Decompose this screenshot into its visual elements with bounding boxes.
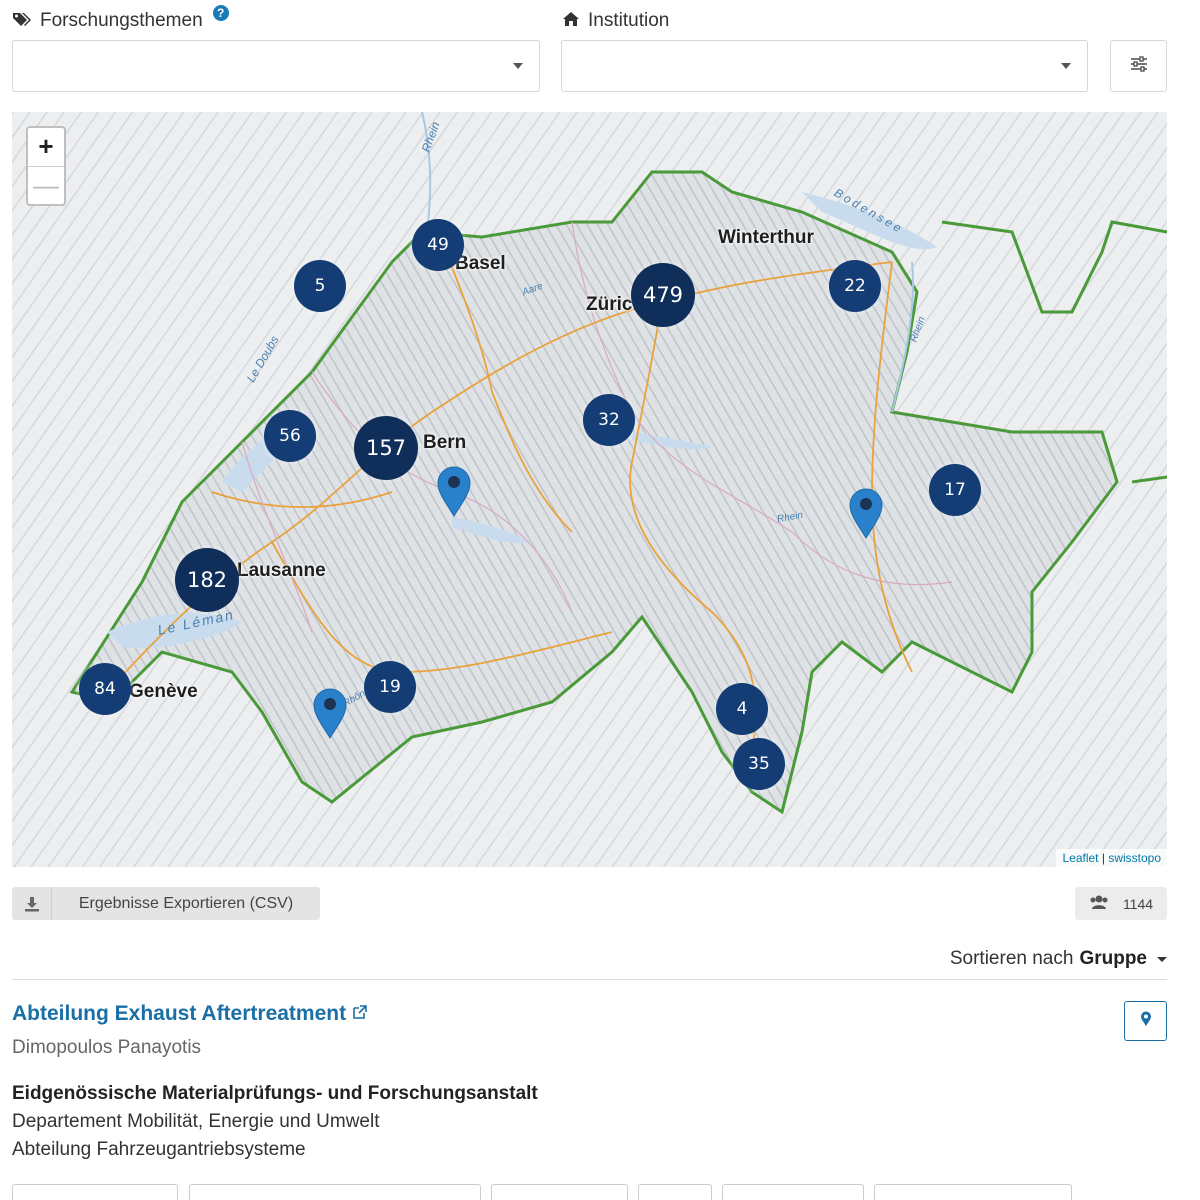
chevron-down-icon bbox=[1061, 63, 1071, 69]
show-on-map-button[interactable] bbox=[1124, 1001, 1167, 1041]
map-cluster-marker[interactable]: 49 bbox=[412, 219, 464, 271]
chevron-down-icon bbox=[513, 63, 523, 69]
map-pin-icon[interactable] bbox=[848, 487, 884, 544]
map-cluster-marker[interactable]: 56 bbox=[264, 410, 316, 462]
map-cluster-marker[interactable]: 22 bbox=[829, 260, 881, 312]
swisstopo-link[interactable]: swisstopo bbox=[1108, 851, 1161, 865]
filter-settings-button[interactable] bbox=[1110, 40, 1167, 92]
institution-filter-label: Institution bbox=[562, 10, 669, 32]
tags-icon bbox=[12, 11, 32, 32]
topic-tag[interactable] bbox=[12, 1184, 178, 1200]
map-cluster-marker[interactable]: 84 bbox=[79, 663, 131, 715]
sort-prefix: Sortieren nach bbox=[949, 948, 1074, 969]
download-icon bbox=[12, 887, 52, 920]
map-attribution: Leaflet | swisstopo bbox=[1056, 849, 1167, 867]
map-cluster-marker[interactable]: 35 bbox=[733, 738, 785, 790]
sort-value: Gruppe bbox=[1079, 948, 1147, 969]
zoom-out-button[interactable]: — bbox=[28, 166, 64, 204]
topic-tag[interactable] bbox=[638, 1184, 712, 1200]
result-department: Departement Mobilität, Energie und Umwel… bbox=[12, 1111, 380, 1132]
topics-filter-label: Forschungsthemen ? bbox=[12, 5, 229, 32]
help-icon[interactable]: ? bbox=[212, 5, 229, 21]
export-csv-label: Ergebnisse Exportieren (CSV) bbox=[78, 894, 294, 912]
topics-label-text: Forschungsthemen bbox=[40, 10, 203, 31]
map-pin-icon[interactable] bbox=[436, 465, 472, 522]
result-institution: Eidgenössische Materialprüfungs- und For… bbox=[12, 1083, 538, 1104]
topic-tag[interactable] bbox=[722, 1184, 864, 1200]
map-city-label: Lausanne bbox=[237, 560, 326, 581]
topics-select[interactable] bbox=[12, 40, 540, 92]
topic-tag[interactable] bbox=[874, 1184, 1072, 1200]
map-cluster-marker[interactable]: 479 bbox=[631, 263, 695, 327]
map-marker-icon bbox=[1140, 1011, 1152, 1032]
result-title-link[interactable]: Abteilung Exhaust Aftertreatment bbox=[12, 1002, 368, 1026]
map-cluster-marker[interactable]: 17 bbox=[929, 464, 981, 516]
map-terrain bbox=[12, 112, 1167, 867]
map-city-label: Bern bbox=[423, 432, 467, 453]
result-count-badge: 1144 bbox=[1075, 887, 1167, 920]
sliders-icon bbox=[1129, 55, 1149, 78]
result-count: 1144 bbox=[1122, 895, 1154, 912]
attribution-separator: | bbox=[1101, 851, 1105, 865]
external-link-icon bbox=[352, 1002, 368, 1026]
map-city-label: Winterthur bbox=[718, 227, 814, 248]
users-icon bbox=[1089, 894, 1109, 913]
result-title: Abteilung Exhaust Aftertreatment bbox=[12, 1002, 347, 1025]
map-cluster-marker[interactable]: 32 bbox=[583, 394, 635, 446]
map-cluster-marker[interactable]: 4 bbox=[716, 683, 768, 735]
home-icon bbox=[562, 11, 580, 32]
topic-tag[interactable] bbox=[189, 1184, 481, 1200]
sort-dropdown[interactable]: Sortieren nach Gruppe bbox=[950, 948, 1167, 970]
result-unit: Abteilung Fahrzeugantriebsysteme bbox=[12, 1139, 306, 1160]
result-person: Dimopoulos Panayotis bbox=[12, 1037, 202, 1058]
divider bbox=[12, 979, 1167, 980]
map-city-label: Basel bbox=[455, 253, 506, 274]
map-cluster-marker[interactable]: 182 bbox=[175, 548, 239, 612]
map-pin-icon[interactable] bbox=[312, 687, 348, 744]
map-city-label: Genève bbox=[129, 681, 198, 702]
zoom-in-button[interactable]: + bbox=[28, 128, 64, 166]
caret-down-icon bbox=[1157, 956, 1167, 962]
map[interactable]: + — Rhein Bodensee Aare Le Doubs Le Léma… bbox=[12, 112, 1167, 867]
institution-select[interactable] bbox=[561, 40, 1088, 92]
map-cluster-marker[interactable]: 5 bbox=[294, 260, 346, 312]
map-cluster-marker[interactable]: 19 bbox=[364, 661, 416, 713]
export-csv-button[interactable]: Ergebnisse Exportieren (CSV) bbox=[12, 887, 320, 920]
leaflet-link[interactable]: Leaflet bbox=[1062, 851, 1098, 865]
zoom-control: + — bbox=[26, 126, 66, 206]
map-cluster-marker[interactable]: 157 bbox=[354, 416, 418, 480]
topic-tag[interactable] bbox=[491, 1184, 628, 1200]
institution-label-text: Institution bbox=[588, 10, 670, 31]
